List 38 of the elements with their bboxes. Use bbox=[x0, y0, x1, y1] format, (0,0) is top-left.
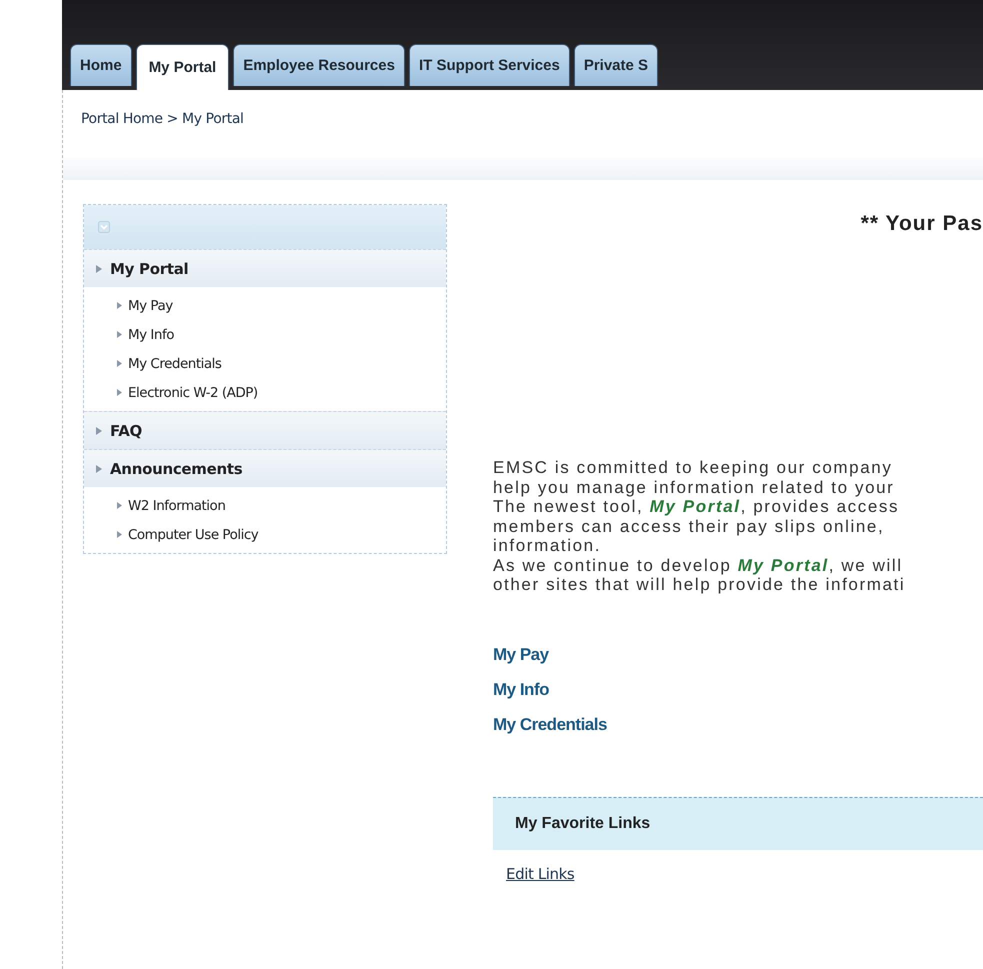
quick-link[interactable]: My Credentials bbox=[493, 714, 607, 734]
chevron-down-icon[interactable] bbox=[98, 221, 110, 233]
sidebar-section[interactable]: FAQ bbox=[84, 411, 446, 449]
triangle-right-icon bbox=[117, 502, 122, 509]
nav-tab[interactable]: Employee Resources bbox=[233, 44, 405, 86]
triangle-right-icon bbox=[117, 389, 122, 396]
triangle-right-icon bbox=[117, 531, 122, 538]
triangle-right-icon bbox=[96, 464, 102, 472]
triangle-right-icon bbox=[96, 426, 102, 434]
sidebar-item[interactable]: My Credentials bbox=[84, 349, 446, 378]
quick-link[interactable]: My Pay bbox=[493, 644, 549, 664]
sidebar-item[interactable]: W2 Information bbox=[84, 491, 446, 520]
quick-link[interactable]: My Info bbox=[493, 680, 549, 700]
intro-text: other sites that will help provide the informati bbox=[493, 575, 906, 594]
edit-links-link[interactable]: Edit Links bbox=[506, 864, 574, 882]
sidebar-item[interactable]: My Pay bbox=[84, 291, 446, 320]
page-heading: ** Your Pas bbox=[860, 212, 983, 236]
sidebar-item[interactable]: Computer Use Policy bbox=[84, 520, 446, 549]
sidebar-item[interactable]: My Info bbox=[84, 320, 446, 349]
intro-text: As we continue to develop My Portal, we will bbox=[493, 556, 904, 575]
intro-text: EMSC is committed to keeping our company bbox=[493, 458, 894, 478]
intro-text: The newest tool, My Portal, provides access bbox=[493, 497, 900, 516]
nav-tab[interactable]: My Portal bbox=[136, 44, 230, 90]
triangle-right-icon bbox=[96, 264, 102, 272]
triangle-right-icon bbox=[117, 331, 122, 338]
sidebar-item[interactable]: Electronic W-2 (ADP) bbox=[84, 378, 446, 407]
intro-text: members can access their pay slips online, bbox=[493, 516, 886, 536]
breadcrumb: Portal Home > My Portal bbox=[81, 111, 244, 127]
nav-tab[interactable]: Private S bbox=[574, 44, 658, 86]
nav-tab[interactable]: IT Support Services bbox=[408, 44, 570, 86]
sidebar-section[interactable]: My Portal bbox=[84, 249, 446, 287]
intro-text: help you manage information related to your bbox=[493, 478, 896, 497]
triangle-right-icon bbox=[117, 360, 122, 367]
sidebar-section[interactable]: Announcements bbox=[84, 449, 446, 487]
intro-text: information. bbox=[493, 536, 602, 556]
favorites-title: My Favorite Links bbox=[515, 814, 650, 832]
nav-tab[interactable]: Home bbox=[70, 44, 132, 86]
triangle-right-icon bbox=[117, 302, 122, 309]
